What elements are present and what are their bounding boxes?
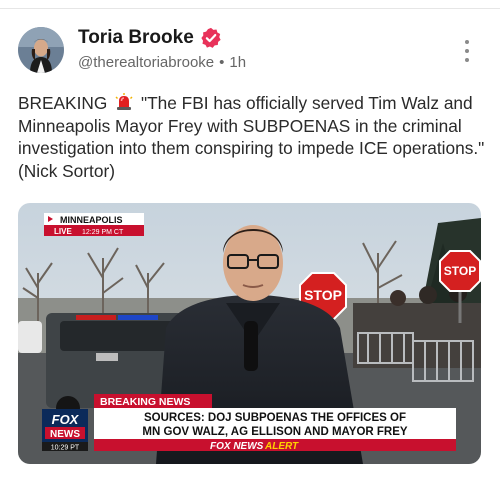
siren-emoji-icon <box>115 93 133 110</box>
live-label: LIVE <box>54 227 72 236</box>
more-vertical-icon[interactable] <box>456 40 478 62</box>
author-row: Toria Brooke <box>78 27 222 49</box>
fox-logo-time: 10:29 PT <box>51 445 80 452</box>
avatar-image <box>18 27 64 73</box>
breaking-news-label: BREAKING NEWS <box>100 396 190 408</box>
fox-logo-bottom: NEWS <box>50 429 80 440</box>
headline-line-2: MN GOV WALZ, AG ELLISON AND MAYOR FREY <box>142 426 407 438</box>
stop-sign-text-left: STOP <box>304 287 342 303</box>
location-label: MINNEAPOLIS <box>60 215 123 225</box>
broadcast-time: 12:29 PM CT <box>82 229 124 236</box>
avatar[interactable] <box>18 27 64 73</box>
more-dot <box>465 49 469 53</box>
meta-separator: • <box>219 54 225 71</box>
author-handle[interactable]: @therealtoriabrooke <box>78 54 214 71</box>
post-text-prefix: BREAKING <box>18 93 108 113</box>
media-image: MINNEAPOLIS LIVE 12:29 PM CT STOP STOP B… <box>18 203 481 464</box>
alert-suffix: ALERT <box>264 441 299 452</box>
verified-badge-icon <box>201 27 221 48</box>
post-text: BREAKING "The FBI has officially served … <box>18 92 488 182</box>
fox-logo-top: FOX <box>52 412 80 427</box>
handle-row: @therealtoriabrooke • 1h <box>78 54 246 71</box>
more-dot <box>465 58 469 62</box>
news-video-still[interactable]: MINNEAPOLIS LIVE 12:29 PM CT STOP STOP B… <box>18 203 481 464</box>
more-dot <box>465 40 469 44</box>
stop-sign-text-right: STOP <box>444 264 476 278</box>
headline-line-1: SOURCES: DOJ SUBPOENAS THE OFFICES OF <box>144 412 406 424</box>
post-time: 1h <box>229 54 247 71</box>
author-name[interactable]: Toria Brooke <box>78 27 194 49</box>
alert-prefix: FOX NEWS <box>210 441 264 452</box>
top-divider <box>0 8 500 9</box>
